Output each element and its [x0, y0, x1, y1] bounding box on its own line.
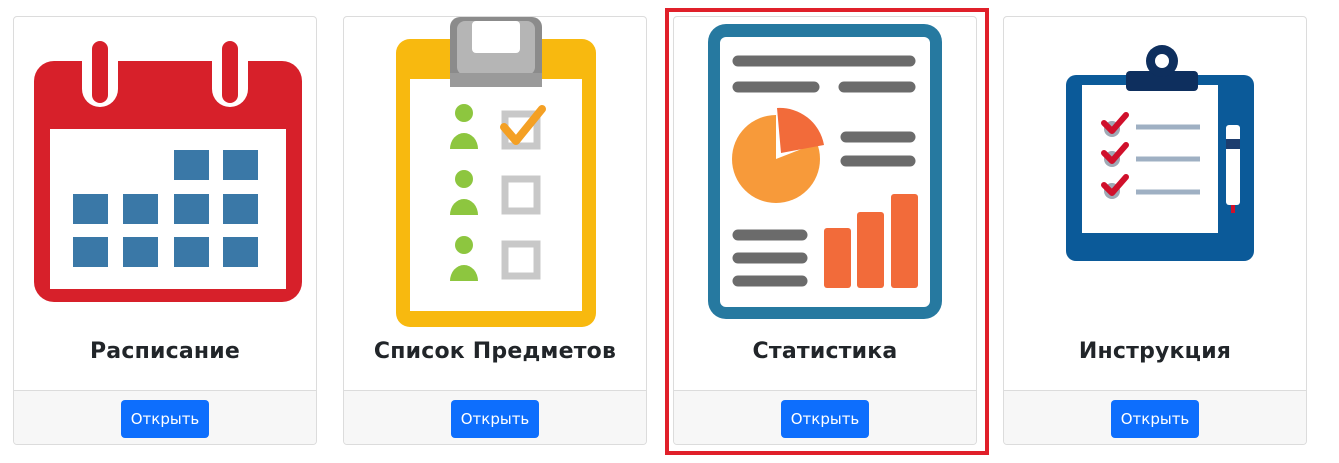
card-statistics: Статистика Открыть — [673, 16, 977, 445]
open-subject-list-button[interactable]: Открыть — [451, 400, 539, 438]
clipboard-instructions-icon — [1066, 45, 1254, 261]
card-footer: Открыть — [1004, 390, 1306, 444]
open-statistics-button[interactable]: Открыть — [781, 400, 869, 438]
open-schedule-button[interactable]: Открыть — [121, 400, 209, 438]
card-subject-list: Список Предметов Открыть — [343, 16, 647, 445]
card-footer: Открыть — [344, 390, 646, 444]
card-schedule: Расписание Открыть — [13, 16, 317, 445]
card-title: Инструкция — [1078, 339, 1232, 364]
card-footer: Открыть — [674, 390, 976, 444]
calendar-icon — [34, 41, 302, 302]
checklist-icon — [396, 17, 596, 327]
card-title: Список Предметов — [373, 339, 617, 364]
open-instructions-button[interactable]: Открыть — [1111, 400, 1199, 438]
card-footer: Открыть — [14, 390, 316, 444]
statistics-report-icon — [708, 24, 942, 319]
card-instructions: Инструкция Открыть — [1003, 16, 1307, 445]
card-title: Расписание — [89, 339, 241, 364]
card-title: Статистика — [752, 339, 898, 364]
